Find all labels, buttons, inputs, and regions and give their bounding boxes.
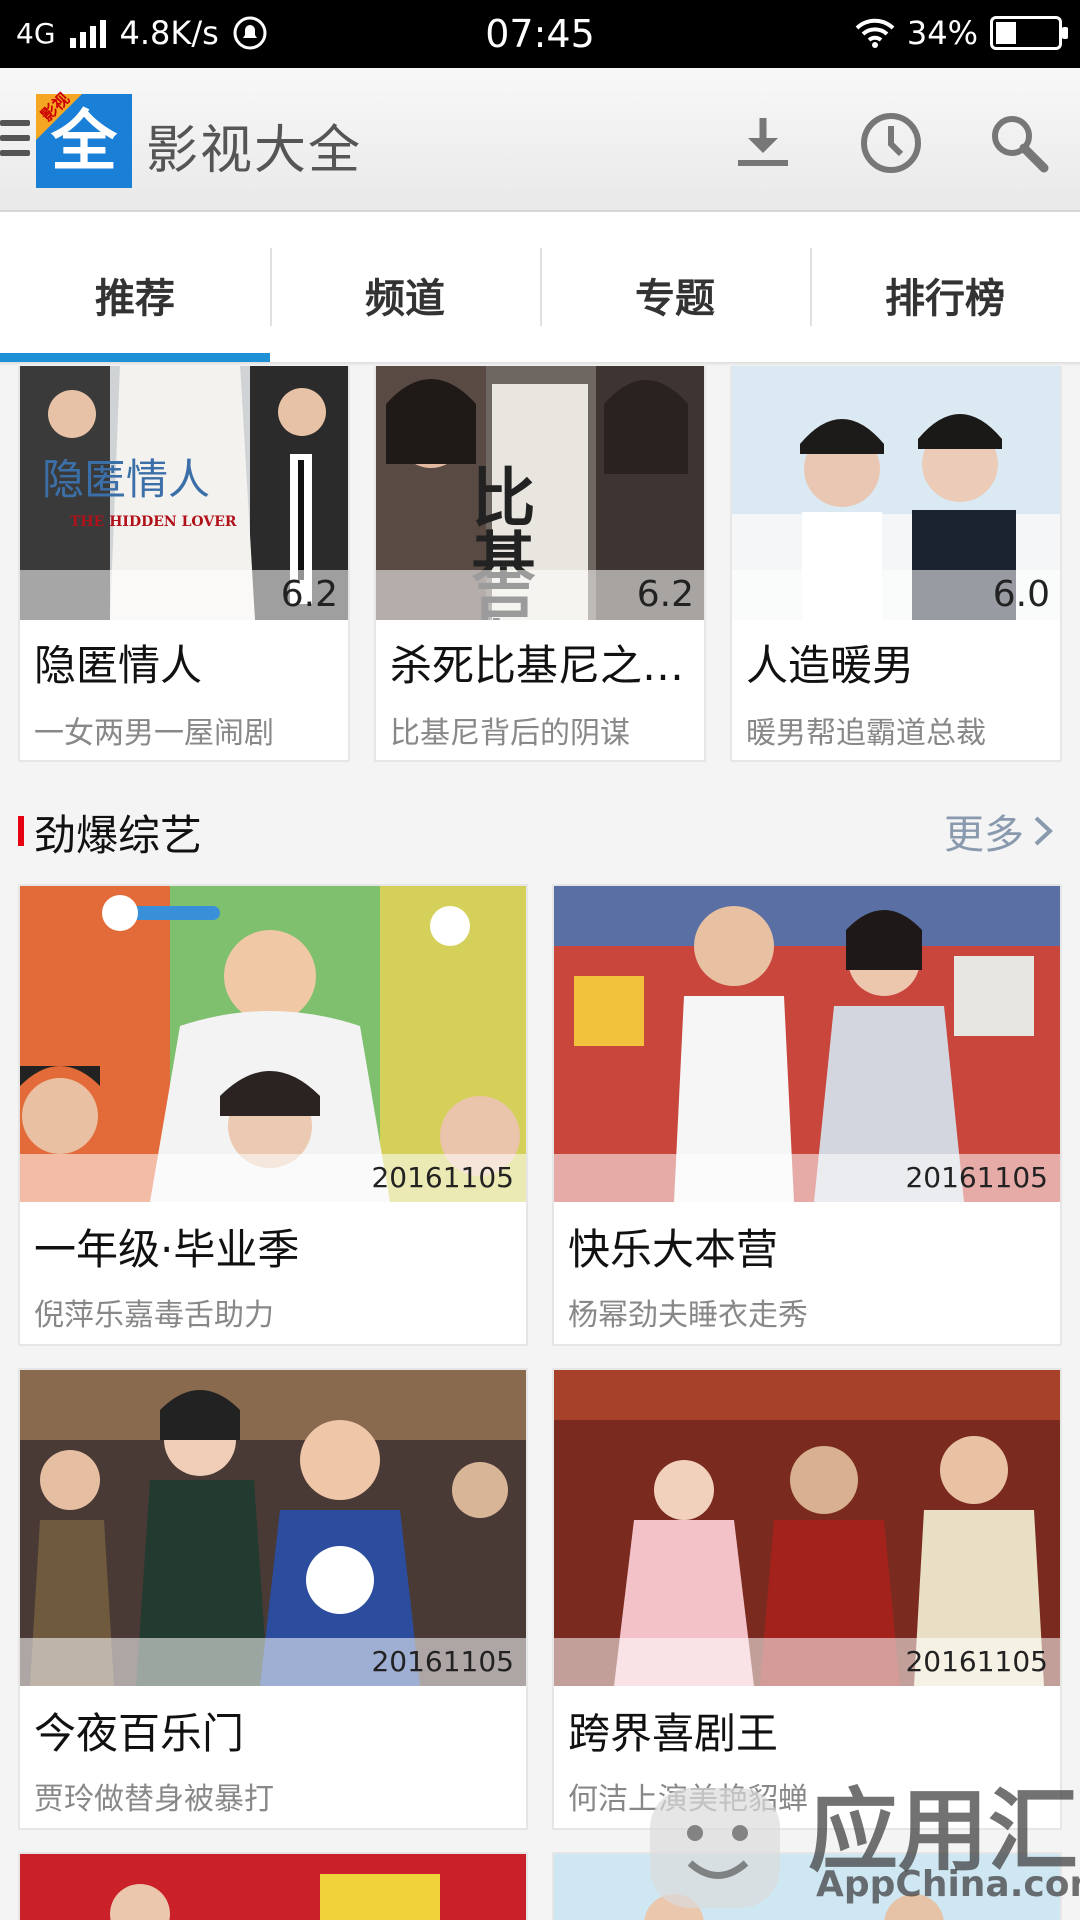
variety-title: 一年级·毕业季 <box>34 1225 300 1274</box>
wifi-icon <box>855 18 895 48</box>
variety-thumbnail: 20161105 <box>20 886 526 1202</box>
variety-card[interactable]: 20161105 一年级·毕业季 倪萍乐嘉毒舌助力 <box>18 884 528 1346</box>
variety-subtitle: 杨幂劲夫睡衣走秀 <box>568 1298 808 1333</box>
app-bar: 全 影视 影视大全 <box>0 68 1080 212</box>
episode-date: 20161105 <box>20 1154 526 1202</box>
download-icon[interactable] <box>728 108 798 178</box>
episode-date: 20161105 <box>554 1154 1060 1202</box>
battery-percent: 34% <box>906 14 978 52</box>
variety-card[interactable]: 20161105 今夜百乐门 贾玲做替身被暴打 <box>18 1368 528 1830</box>
variety-thumbnail: 20161105 <box>554 1370 1060 1686</box>
status-bar: 4G 4.8K/s 07:45 34% <box>0 0 1080 68</box>
tab-recommend[interactable]: 推荐 <box>0 212 270 362</box>
movie-title: 隐匿情人 <box>34 641 203 690</box>
movie-title: 杀死比基尼之… <box>390 641 685 690</box>
search-icon[interactable] <box>984 108 1054 178</box>
movie-card[interactable]: 隐匿情人 THE HIDDEN LOVER 6.2 隐匿情人 一女两男一屋闹剧 <box>18 362 350 762</box>
more-label: 更多 <box>944 812 1024 858</box>
tab-bar: 推荐 频道 专题 排行榜 <box>0 212 1080 362</box>
tab-label: 频道 <box>365 276 445 322</box>
variety-subtitle: 倪萍乐嘉毒舌助力 <box>34 1298 274 1333</box>
tab-rankings[interactable]: 排行榜 <box>810 212 1080 362</box>
movie-score: 6.2 <box>20 570 348 620</box>
movie-score: 6.2 <box>376 570 704 620</box>
menu-icon[interactable] <box>0 120 30 165</box>
more-link[interactable]: 更多 <box>944 802 1054 860</box>
tab-label: 排行榜 <box>885 276 1005 322</box>
variety-title: 跨界喜剧王 <box>568 1709 779 1758</box>
tab-shadow <box>0 362 1080 366</box>
tab-label: 推荐 <box>95 276 175 322</box>
tab-label: 专题 <box>635 276 715 322</box>
tab-active-indicator <box>0 353 270 362</box>
section-title: 劲爆综艺 <box>34 811 203 860</box>
content-scroll[interactable]: 隐匿情人 THE HIDDEN LOVER 6.2 隐匿情人 一女两男一屋闹剧 <box>0 362 1080 1920</box>
section-marker <box>18 816 24 846</box>
battery-fill <box>996 22 1016 44</box>
episode-date: 20161105 <box>20 1638 526 1686</box>
history-clock-icon[interactable] <box>856 108 926 178</box>
variety-thumbnail: 20161105 <box>554 886 1060 1202</box>
tab-topics[interactable]: 专题 <box>540 212 810 362</box>
episode-date: 20161105 <box>554 1638 1060 1686</box>
chevron-right-icon <box>1034 816 1053 846</box>
movie-row: 隐匿情人 THE HIDDEN LOVER 6.2 隐匿情人 一女两男一屋闹剧 <box>18 362 1062 762</box>
movie-poster: 比基尼 6.2 <box>376 364 704 620</box>
variety-subtitle: 何洁上演美艳貂蝉 <box>568 1782 808 1817</box>
variety-card[interactable] <box>552 1852 1062 1920</box>
app-title: 影视大全 <box>146 121 363 181</box>
movie-poster: 隐匿情人 THE HIDDEN LOVER 6.2 <box>20 364 348 620</box>
tab-channels[interactable]: 频道 <box>270 212 540 362</box>
movie-subtitle: 比基尼背后的阴谋 <box>390 716 630 751</box>
movie-subtitle: 暖男帮追霸道总裁 <box>746 716 986 751</box>
movie-card[interactable]: 6.0 人造暖男 暖男帮追霸道总裁 <box>730 362 1062 762</box>
movie-score: 6.0 <box>732 570 1060 620</box>
variety-subtitle: 贾玲做替身被暴打 <box>34 1782 274 1817</box>
movie-poster: 6.0 <box>732 364 1060 620</box>
screen: 4G 4.8K/s 07:45 34% 全 影视 影视大全 推荐 频道 专题 排… <box>0 0 1080 1920</box>
movie-title: 人造暖男 <box>746 641 915 690</box>
variety-thumbnail: 20161105 <box>20 1370 526 1686</box>
movie-subtitle: 一女两男一屋闹剧 <box>34 716 274 751</box>
poster-caption-en: THE HIDDEN LOVER <box>70 514 237 530</box>
variety-card[interactable] <box>18 1852 528 1920</box>
variety-title: 今夜百乐门 <box>34 1709 245 1758</box>
variety-card[interactable]: 20161105 快乐大本营 杨幂劲夫睡衣走秀 <box>552 884 1062 1346</box>
variety-card[interactable]: 20161105 跨界喜剧王 何洁上演美艳貂蝉 <box>552 1368 1062 1830</box>
movie-card[interactable]: 比基尼 6.2 杀死比基尼之… 比基尼背后的阴谋 <box>374 362 706 762</box>
section-header-variety: 劲爆综艺 更多 <box>0 802 1080 862</box>
poster-caption: 隐匿情人 <box>42 455 210 504</box>
variety-title: 快乐大本营 <box>568 1225 779 1274</box>
battery-icon <box>990 16 1068 50</box>
